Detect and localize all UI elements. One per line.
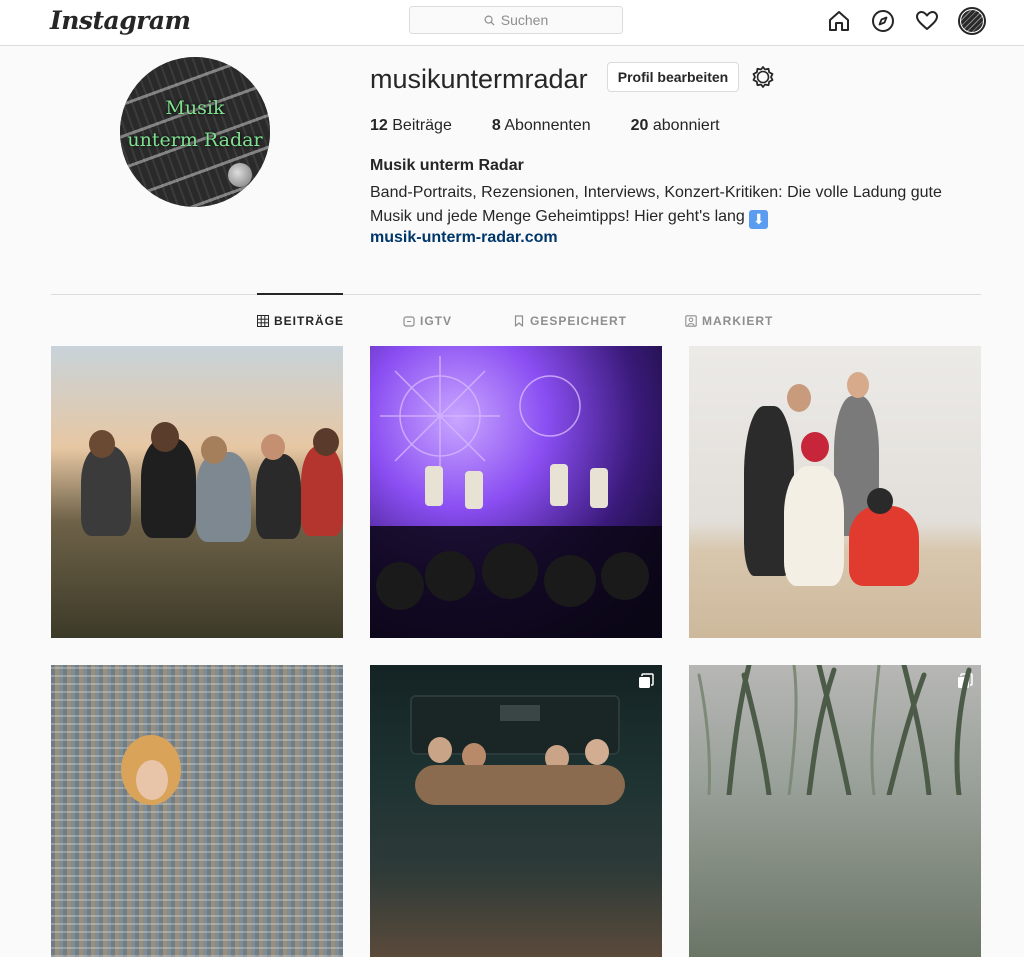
post-thumbnail[interactable] [370,346,662,638]
tab-tagged[interactable]: MARKIERT [685,314,773,328]
edit-profile-button[interactable]: Profil bearbeiten [607,62,739,92]
profile-bio: Band-Portraits, Rezensionen, Interviews,… [370,184,942,229]
stat-following[interactable]: 20 abonniert [631,117,720,135]
search-input[interactable]: Suchen [409,6,623,34]
profile-avatar-nav[interactable] [958,7,986,35]
heart-icon[interactable] [914,8,940,34]
profile-stats: 12 Beiträge 8 Abonnenten 20 abonniert [370,117,760,135]
settings-gear-icon[interactable] [750,64,776,90]
down-arrow-emoji-icon: ⬇ [749,210,769,229]
profile-avatar[interactable]: Musik unterm Radar [120,57,270,207]
top-navigation: Instagram Suchen [0,0,1024,46]
grid-icon [257,315,269,327]
avatar-text-1: Musik [165,97,225,119]
instagram-logo[interactable]: Instagram [50,6,191,35]
nav-icons [826,7,986,35]
igtv-icon [403,316,415,327]
stat-followers[interactable]: 8 Abonnenten [492,117,591,135]
search-icon [484,15,495,26]
profile-full-name: Musik unterm Radar [370,157,524,174]
tab-igtv[interactable]: IGTV [403,314,452,328]
post-thumbnail[interactable] [689,665,981,957]
multiple-photos-icon [639,673,654,688]
active-tab-indicator [257,293,343,295]
avatar-text-2: unterm Radar [127,129,263,151]
post-thumbnail[interactable] [689,346,981,638]
home-icon[interactable] [826,8,852,34]
post-thumbnail[interactable] [51,665,343,957]
tagged-icon [685,315,697,327]
explore-icon[interactable] [870,8,896,34]
profile-username: musikuntermradar [370,64,588,94]
search-placeholder: Suchen [500,12,549,28]
tab-divider [51,294,981,295]
post-thumbnail[interactable] [51,346,343,638]
tab-posts[interactable]: BEITRÄGE [257,314,344,328]
post-thumbnail[interactable] [370,665,662,957]
profile-website-link[interactable]: musik-unterm-radar.com [370,229,558,247]
bookmark-icon [514,315,524,327]
tab-saved[interactable]: GESPEICHERT [513,314,627,328]
stat-posts: 12 Beiträge [370,117,452,134]
